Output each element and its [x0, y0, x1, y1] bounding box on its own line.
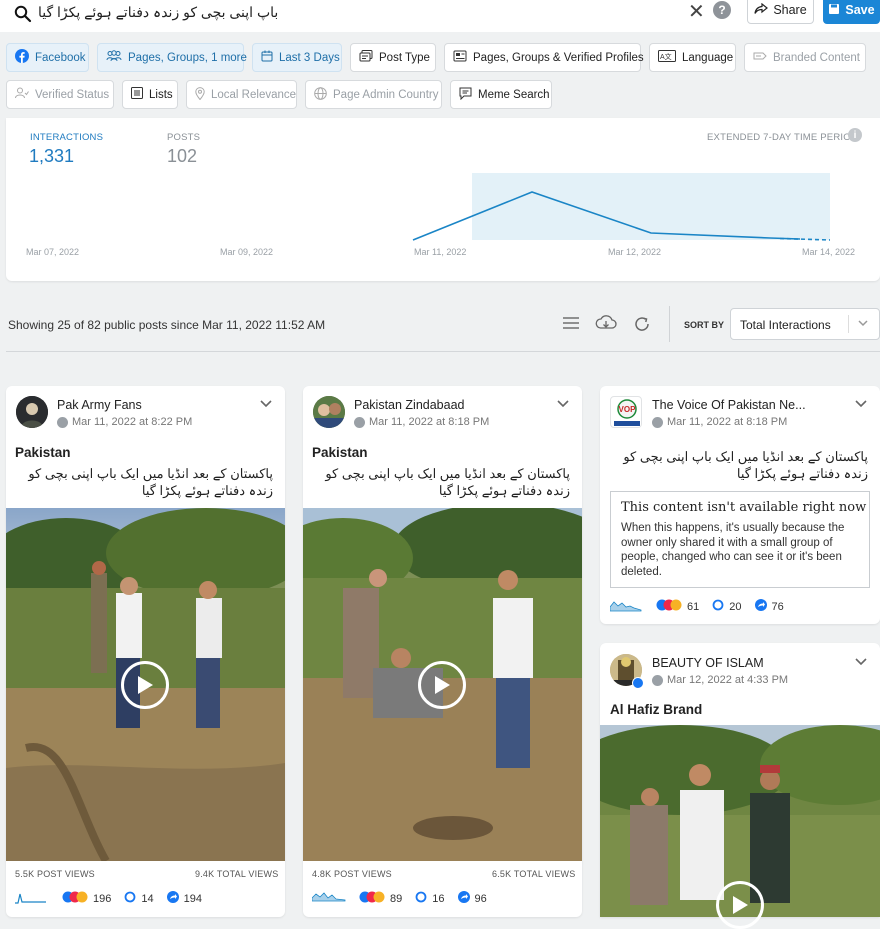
reactions-count: 61 — [687, 600, 700, 613]
avatar[interactable] — [313, 396, 345, 428]
shares-count: 194 — [183, 892, 202, 905]
post-card[interactable]: VOP The Voice Of Pakistan Ne... Mar 11, … — [600, 386, 880, 624]
shares-count: 96 — [474, 892, 487, 905]
post-date-label: Mar 11, 2022 at 8:18 PM — [369, 416, 490, 428]
post-date[interactable]: Mar 11, 2022 at 8:18 PM — [652, 416, 787, 428]
unavailable-title: This content isn't available right now — [621, 500, 867, 515]
section-divider — [6, 351, 880, 352]
logo-text: VOP — [619, 405, 637, 414]
reactions-count: 89 — [390, 892, 403, 905]
post-card[interactable]: Pakistan Zindabaad Mar 11, 2022 at 8:18 … — [303, 386, 582, 917]
share-count-icon — [166, 891, 179, 906]
chevron-down-icon[interactable] — [855, 656, 867, 670]
download-icon[interactable] — [595, 314, 617, 335]
sort-value: Total Interactions — [740, 318, 831, 332]
chevron-down-icon — [857, 317, 869, 332]
post-card[interactable]: BEAUTY OF ISLAM Mar 12, 2022 at 4:33 PM … — [600, 643, 880, 929]
x-tick-label: Mar 09, 2022 — [220, 247, 274, 257]
post-views: 5.5K POST VIEWS — [15, 869, 95, 879]
globe-icon — [652, 674, 663, 686]
comments-count: 20 — [729, 600, 742, 613]
post-views: 4.8K POST VIEWS — [312, 869, 392, 879]
comment-icon — [415, 891, 427, 906]
select-divider — [848, 315, 849, 333]
post-date[interactable]: Mar 11, 2022 at 8:18 PM — [354, 416, 489, 428]
post-text: پاکستان کے بعد انڈیا میں ایک باپ اپنی بچ… — [28, 466, 273, 498]
post-title: Pakistan — [15, 445, 71, 460]
play-button[interactable] — [121, 661, 169, 709]
chevron-down-icon[interactable] — [557, 398, 569, 412]
sparkline-icon — [609, 598, 642, 615]
play-button[interactable] — [716, 881, 764, 929]
engagement-row: 61 20 76 — [656, 599, 784, 614]
unavailable-body: When this happens, it's usually because … — [621, 522, 845, 578]
post-title: Al Hafiz Brand — [610, 702, 703, 717]
x-tick-label: Mar 11, 2022 — [414, 247, 467, 257]
play-button[interactable] — [418, 661, 466, 709]
avatar[interactable]: VOP — [610, 396, 642, 428]
sparkline-icon — [15, 890, 47, 907]
x-tick-label: Mar 12, 2022 — [608, 247, 662, 257]
list-view-icon[interactable] — [562, 316, 580, 333]
globe-icon — [57, 416, 68, 428]
results-summary: Showing 25 of 82 public posts since Mar … — [8, 318, 326, 332]
engagement-row: 196 14 194 — [62, 891, 202, 906]
reactions-count: 196 — [93, 892, 112, 905]
post-date-label: Mar 12, 2022 at 4:33 PM — [667, 674, 789, 686]
comments-count: 16 — [432, 892, 445, 905]
x-tick-label: Mar 07, 2022 — [26, 247, 80, 257]
sort-select[interactable]: Total Interactions — [730, 308, 880, 340]
post-date-label: Mar 11, 2022 at 8:22 PM — [72, 416, 193, 428]
globe-icon — [652, 416, 663, 428]
comment-icon — [124, 891, 136, 906]
page-name[interactable]: Pakistan Zindabaad — [354, 398, 465, 412]
toolbar-divider — [669, 306, 670, 342]
page-name[interactable]: BEAUTY OF ISLAM — [652, 656, 764, 670]
page-name[interactable]: The Voice Of Pakistan Ne... — [652, 398, 806, 412]
group-badge-icon — [632, 677, 644, 689]
sparkline-icon — [311, 888, 346, 905]
share-count-icon — [754, 599, 767, 614]
avatar[interactable] — [16, 396, 48, 428]
post-date-label: Mar 11, 2022 at 8:18 PM — [667, 416, 788, 428]
reactions-icon — [359, 891, 385, 906]
reactions-icon — [656, 599, 682, 614]
post-title: Pakistan — [312, 445, 368, 460]
x-tick-label: Mar 14, 2022 — [802, 247, 856, 257]
comment-icon — [712, 599, 724, 614]
refresh-icon[interactable] — [633, 315, 651, 336]
post-card[interactable]: Pak Army Fans Mar 11, 2022 at 8:22 PM Pa… — [6, 386, 285, 917]
globe-icon — [354, 416, 365, 428]
chevron-down-icon[interactable] — [855, 398, 867, 412]
shares-count: 76 — [771, 600, 784, 613]
post-date[interactable]: Mar 12, 2022 at 4:33 PM — [652, 674, 788, 686]
post-date[interactable]: Mar 11, 2022 at 8:22 PM — [57, 416, 192, 428]
chevron-down-icon[interactable] — [260, 398, 272, 412]
post-text: پاکستان کے بعد انڈیا میں ایک باپ اپنی بچ… — [325, 466, 570, 498]
unavailable-content-box: This content isn't available right now W… — [610, 491, 870, 588]
chart-highlight-band — [472, 173, 830, 240]
engagement-row: 89 16 96 — [359, 891, 487, 906]
post-text: پاکستان کے بعد انڈیا میں ایک باپ اپنی بچ… — [623, 449, 868, 481]
total-views: 6.5K TOTAL VIEWS — [492, 869, 576, 879]
share-count-icon — [457, 891, 470, 906]
sort-label: SORT BY — [684, 320, 725, 330]
total-views: 9.4K TOTAL VIEWS — [195, 869, 279, 879]
reactions-icon — [62, 891, 88, 906]
page-name[interactable]: Pak Army Fans — [57, 398, 142, 412]
comments-count: 14 — [141, 892, 154, 905]
